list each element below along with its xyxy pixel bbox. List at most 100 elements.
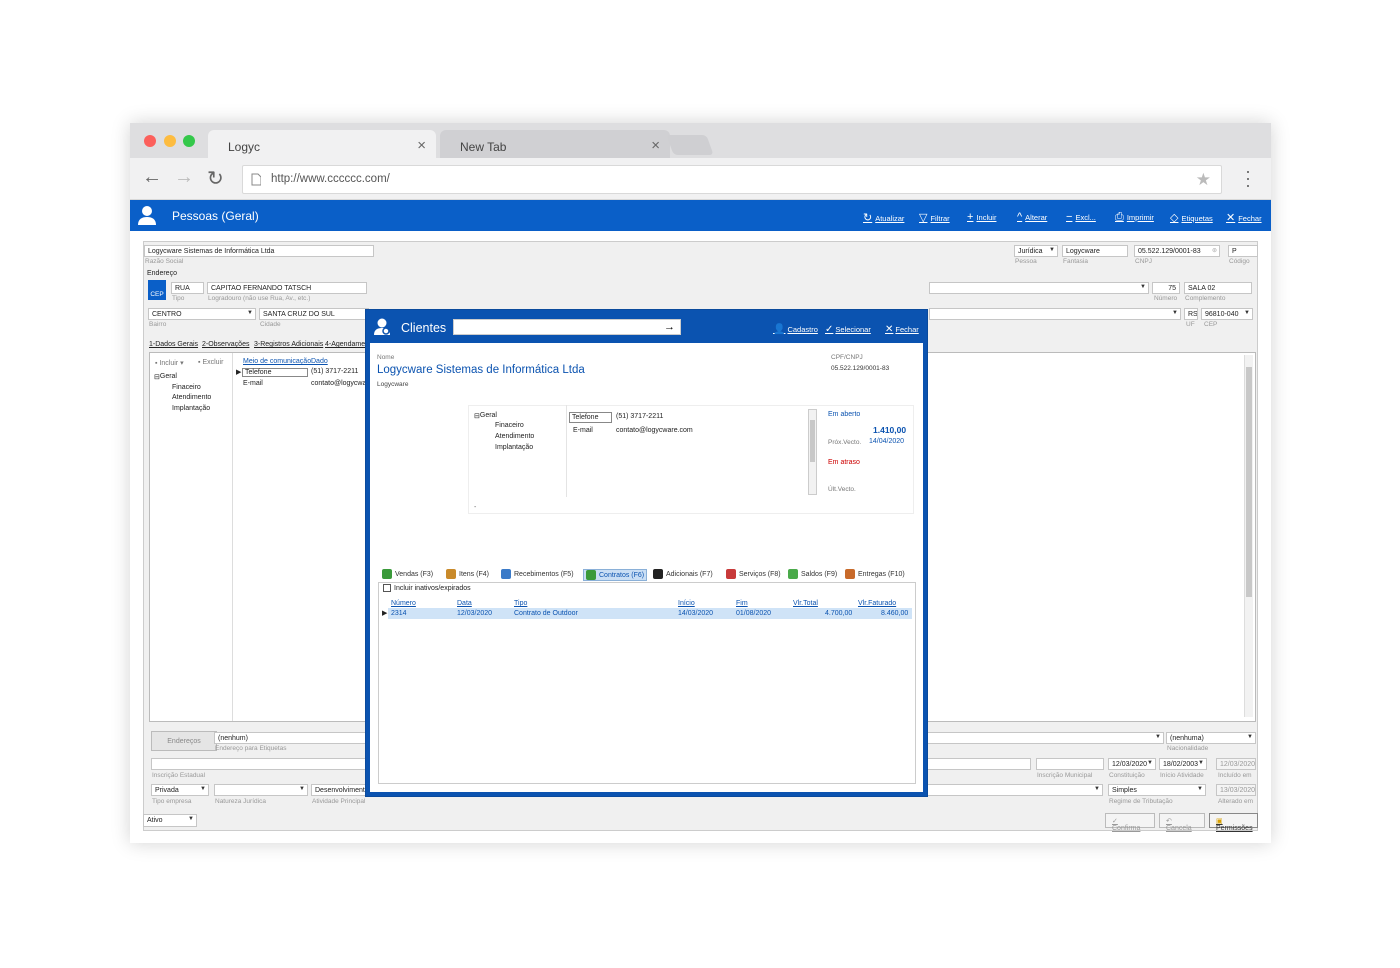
etiquetas-button[interactable]: ◇ Etiquetas <box>1170 211 1213 224</box>
cell-vlr-total[interactable]: 4.700,00 <box>825 610 852 617</box>
contact-meio[interactable]: E-mail <box>573 427 593 434</box>
dialog-tab-3[interactable]: Contratos (F6) <box>583 569 648 581</box>
contact-dado[interactable]: (51) 3717-2211 <box>616 413 663 420</box>
scrollbar-thumb[interactable] <box>1246 367 1252 597</box>
fechar-button[interactable]: ✕ Fechar <box>1226 211 1262 224</box>
cidade-field[interactable]: SANTA CRUZ DO SUL <box>259 308 369 320</box>
dialog-tab-6[interactable]: Saldos (F9) <box>788 569 837 579</box>
tab-dados-gerais[interactable]: 1-Dados Gerais <box>149 341 198 348</box>
incluir-contato-button[interactable]: ▪ Incluir ▾ <box>155 359 184 367</box>
tree-item-atendimento[interactable]: Atendimento <box>495 433 534 440</box>
comm-dado-cell[interactable]: (51) 3717-2211 <box>311 368 358 375</box>
tipo-empresa-select[interactable]: Privada ▼ <box>151 784 209 796</box>
vertical-scrollbar[interactable] <box>1244 355 1253 717</box>
cadastro-button[interactable]: 👤 Cadastro <box>773 324 818 335</box>
confirma-button[interactable]: ✓ Confirma <box>1105 813 1155 832</box>
filtrar-button[interactable]: ▽ Filtrar <box>919 211 950 224</box>
close-window-button[interactable] <box>144 135 156 147</box>
browser-menu-icon[interactable]: · · · <box>1245 162 1251 194</box>
selecionar-button[interactable]: ✓ Selecionar <box>825 324 871 335</box>
contact-dado[interactable]: contato@logycware.com <box>616 427 693 434</box>
comm-meio-cell[interactable]: E-mail <box>243 380 263 387</box>
scrollbar-thumb[interactable] <box>810 420 815 462</box>
tree-item-implantacao[interactable]: Implantação <box>172 405 210 412</box>
logradouro-field[interactable]: CAPITAO FERNANDO TATSCH <box>207 282 367 294</box>
constituicao-field[interactable]: 12/03/2020 ▼ <box>1108 758 1156 770</box>
razao-social-field[interactable]: Logycware Sistemas de Informática Ltda <box>144 245 374 257</box>
tree-root[interactable]: ⊟ Geral <box>154 373 177 381</box>
bairro-select[interactable]: CENTRO ▼ <box>148 308 256 320</box>
cep-search-icon[interactable]: CEP <box>148 280 166 300</box>
browser-tab-logyc[interactable]: Logyc × <box>208 130 436 158</box>
address-bar[interactable]: http://www.cccccc.com/ ★ <box>242 165 1222 194</box>
tab-registros-adicionais[interactable]: 3-Registros Adicionais <box>254 341 323 348</box>
comm-meio-cell[interactable]: Telefone <box>242 368 308 377</box>
cell-vlr-faturado[interactable]: 8.460,00 <box>881 610 908 617</box>
client-search-input[interactable]: → <box>453 319 681 335</box>
dialog-fechar-button[interactable]: ✕ Fechar <box>885 324 919 335</box>
dialog-tab-7[interactable]: Entregas (F10) <box>845 569 905 579</box>
tree-item-implantacao[interactable]: Implantação <box>495 444 533 451</box>
bookmark-star-icon[interactable]: ★ <box>1196 170 1211 190</box>
fantasia-field[interactable]: Logycware <box>1062 245 1128 257</box>
col-numero[interactable]: Número <box>391 600 416 607</box>
cell-numero[interactable]: 2314 <box>391 610 407 617</box>
tree-item-atendimento[interactable]: Atendimento <box>172 394 211 401</box>
cancela-button[interactable]: ↶ Cancela <box>1159 813 1205 832</box>
incluir-button[interactable]: + Incluir <box>967 211 996 223</box>
dialog-tab-2[interactable]: Recebimentos (F5) <box>501 569 574 579</box>
inicio-atividade-field[interactable]: 18/02/2003 ▼ <box>1159 758 1207 770</box>
cnpj-field[interactable]: 05.522.129/0001-83 ⊛ <box>1134 245 1220 257</box>
cidade-select[interactable]: ▼ <box>929 308 1181 320</box>
col-fim[interactable]: Fim <box>736 600 748 607</box>
status-select[interactable]: Ativo ▼ <box>143 814 197 827</box>
tab-observacoes[interactable]: 2-Observações <box>202 341 249 348</box>
forward-arrow-icon[interactable]: → <box>174 166 194 189</box>
dialog-tab-1[interactable]: Itens (F4) <box>446 569 489 579</box>
new-tab-button[interactable] <box>666 135 714 155</box>
codigo-field[interactable]: P <box>1228 245 1258 257</box>
excluir-button[interactable]: − Excl... <box>1066 211 1096 223</box>
meio-header[interactable]: Meio de comunicação <box>243 358 311 365</box>
cell-tipo[interactable]: Contrato de Outdoor <box>514 610 578 617</box>
col-tipo[interactable]: Tipo <box>514 600 527 607</box>
comm-dado-cell[interactable]: contato@logycwa <box>311 380 366 387</box>
contacts-scrollbar[interactable] <box>808 409 817 495</box>
imprimir-button[interactable]: ⎙ Imprimir <box>1115 211 1154 224</box>
permissoes-button[interactable]: ▣ Permissões <box>1209 813 1258 832</box>
cell-inicio[interactable]: 14/03/2020 <box>678 610 713 617</box>
app-title[interactable]: Pessoas (Geral) <box>172 209 259 223</box>
dialog-tab-0[interactable]: Vendas (F3) <box>382 569 433 579</box>
col-inicio[interactable]: Início <box>678 600 695 607</box>
close-tab-icon[interactable]: × <box>417 137 426 154</box>
tipo-field[interactable]: RUA <box>171 282 204 294</box>
inscricao-municipal-field[interactable] <box>1036 758 1104 770</box>
enderecos-button[interactable]: Endereços <box>151 731 217 751</box>
arrow-right-icon[interactable]: → <box>664 321 675 333</box>
nacionalidade-select[interactable]: (nenhuma) ▼ <box>1166 732 1256 744</box>
maximize-window-button[interactable] <box>183 135 195 147</box>
excluir-contato-button[interactable]: ▪ Excluir <box>198 359 223 366</box>
close-tab-icon[interactable]: × <box>651 137 660 154</box>
natureza-juridica-select[interactable]: ▼ <box>214 784 308 796</box>
col-vlr-total[interactable]: Vlr.Total <box>793 600 818 607</box>
pessoa-select[interactable]: Jurídica ▼ <box>1014 245 1058 257</box>
incluir-inativos-checkbox[interactable]: Incluir inativos/expirados <box>383 584 471 592</box>
alterar-button[interactable]: ^ Alterar <box>1017 211 1047 223</box>
complemento-field[interactable]: SALA 02 <box>1184 282 1252 294</box>
lookup-icon[interactable]: ⊛ <box>1212 247 1217 254</box>
cell-fim[interactable]: 01/08/2020 <box>736 610 771 617</box>
cell-data[interactable]: 12/03/2020 <box>457 610 492 617</box>
numero-field[interactable]: 75 <box>1152 282 1180 294</box>
back-arrow-icon[interactable]: ← <box>142 166 162 189</box>
reload-icon[interactable]: ↻ <box>207 166 224 191</box>
tab-agendamentos[interactable]: 4-Agendamen <box>325 341 369 348</box>
cep-field[interactable]: 96810-040 ▼ <box>1201 308 1253 320</box>
uf-field[interactable]: RS <box>1184 308 1198 320</box>
dado-header[interactable]: Dado <box>311 358 328 365</box>
col-data[interactable]: Data <box>457 600 472 607</box>
tree-root[interactable]: ⊟ Geral <box>474 412 497 420</box>
tree-item-financeiro[interactable]: Finaceiro <box>172 384 201 391</box>
logradouro-select[interactable]: ▼ <box>929 282 1149 294</box>
contact-meio[interactable]: Telefone <box>569 412 612 423</box>
